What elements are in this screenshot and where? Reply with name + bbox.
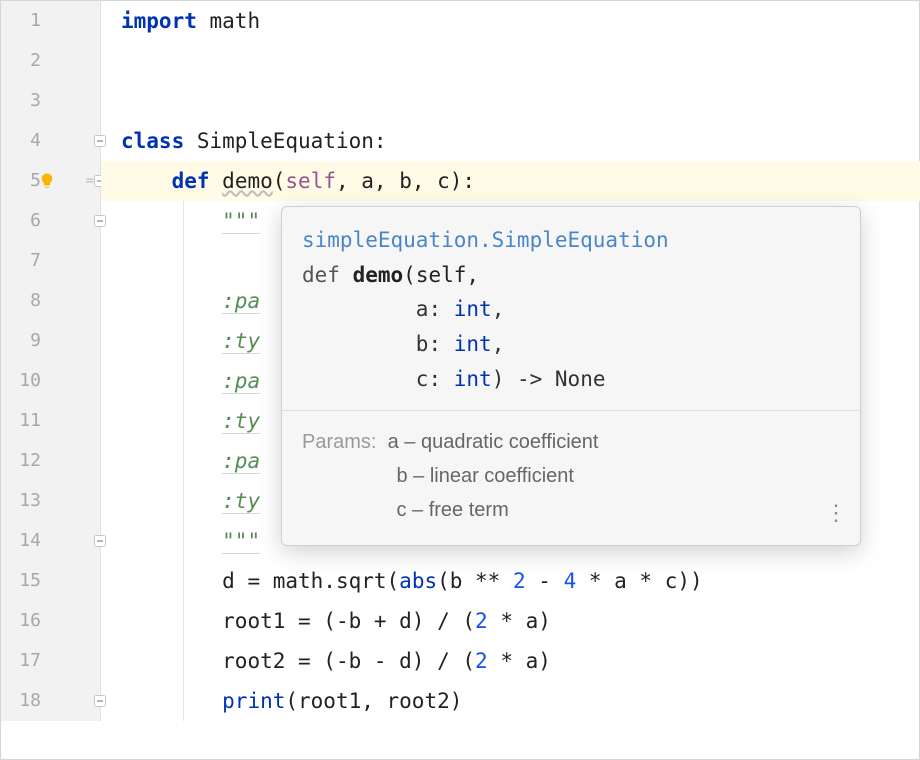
line-number: 2 <box>13 41 41 81</box>
module-math: math <box>210 9 261 33</box>
def-keyword: def <box>302 263 340 287</box>
code-line[interactable]: 5= def demo(self, a, b, c): <box>1 161 920 201</box>
gutter-line-18[interactable]: 18 <box>1 681 101 721</box>
line-number: 17 <box>13 641 41 681</box>
signature-block: simpleEquation.SimpleEquation def demo(s… <box>282 207 860 411</box>
builtin-print: print <box>222 689 285 713</box>
params-label: Params: <box>302 431 376 453</box>
docstring: :ty <box>222 409 260 434</box>
class-name: SimpleEquation <box>197 129 374 153</box>
return-type: ) -> None <box>492 367 606 391</box>
code-line[interactable]: 2 <box>1 41 920 81</box>
kw-class: class <box>121 129 184 153</box>
param-desc-c: c – free term <box>396 499 508 521</box>
code-cell-4[interactable]: class SimpleEquation: <box>101 121 920 161</box>
docstring: """ <box>222 529 260 554</box>
docstring: :ty <box>222 489 260 514</box>
type-int: int <box>454 332 492 356</box>
param-desc-b: b – linear coefficient <box>396 465 574 487</box>
line-number: 14 <box>13 521 41 561</box>
line-number: 6 <box>13 201 41 241</box>
line-number: 7 <box>13 241 41 281</box>
sig-open: (self, <box>403 263 479 287</box>
code-cell-18[interactable]: print(root1, root2) <box>101 681 920 721</box>
param-desc-a: a – quadratic coefficient <box>388 431 599 453</box>
self-param: self <box>285 169 336 193</box>
breakpoint-slot-icon[interactable]: = <box>86 161 94 201</box>
code-cell-15[interactable]: d = math.sqrt(abs(b ** 2 - 4 * a * c)) <box>101 561 920 601</box>
param-b: b <box>416 332 429 356</box>
line-number: 3 <box>13 81 41 121</box>
line-number: 12 <box>13 441 41 481</box>
code-cell-17[interactable]: root2 = (-b - d) / (2 * a) <box>101 641 920 681</box>
code-line[interactable]: 18 print(root1, root2) <box>1 681 920 721</box>
gutter-line-2[interactable]: 2 <box>1 41 101 81</box>
docstring: :ty <box>222 329 260 354</box>
line-number: 18 <box>13 681 41 721</box>
param-c: c <box>416 367 429 391</box>
qualified-name: simpleEquation.SimpleEquation <box>302 228 669 252</box>
fn-name[interactable]: demo <box>222 169 273 193</box>
docstring: :pa <box>222 369 260 394</box>
kw-import: import <box>121 9 197 33</box>
gutter-line-16[interactable]: 16 <box>1 601 101 641</box>
quick-doc-popup: simpleEquation.SimpleEquation def demo(s… <box>281 206 861 546</box>
code-cell-2[interactable] <box>101 41 920 81</box>
code-cell-16[interactable]: root1 = (-b + d) / (2 * a) <box>101 601 920 641</box>
gutter-line-9[interactable]: 9 <box>1 321 101 361</box>
line-number: 8 <box>13 281 41 321</box>
gutter-line-3[interactable]: 3 <box>1 81 101 121</box>
code-cell-3[interactable] <box>101 81 920 121</box>
function-name: demo <box>353 263 404 287</box>
param-a: a <box>416 297 429 321</box>
line-number: 15 <box>13 561 41 601</box>
code-cell-1[interactable]: import math <box>101 1 920 41</box>
gutter-line-5[interactable]: 5= <box>1 161 101 201</box>
docstring: """ <box>222 209 260 234</box>
line-number: 5 <box>13 161 41 201</box>
params-block: Params: a – quadratic coefficient b – li… <box>282 411 860 545</box>
code-line[interactable]: 4 class SimpleEquation: <box>1 121 920 161</box>
gutter-line-7[interactable]: 7 <box>1 241 101 281</box>
gutter-line-11[interactable]: 11 <box>1 401 101 441</box>
gutter-line-15[interactable]: 15 <box>1 561 101 601</box>
line-number: 4 <box>13 121 41 161</box>
type-int: int <box>454 297 492 321</box>
code-cell-5[interactable]: def demo(self, a, b, c): <box>101 161 920 201</box>
code-line[interactable]: 16 root1 = (-b + d) / (2 * a) <box>1 601 920 641</box>
docstring: :pa <box>222 449 260 474</box>
gutter-line-6[interactable]: 6 <box>1 201 101 241</box>
kebab-menu-icon[interactable]: ⋮ <box>825 494 846 531</box>
code-line[interactable]: 1 import math <box>1 1 920 41</box>
line-number: 13 <box>13 481 41 521</box>
type-int: int <box>454 367 492 391</box>
builtin-abs: abs <box>399 569 437 593</box>
kw-def: def <box>172 169 210 193</box>
code-line[interactable]: 3 <box>1 81 920 121</box>
docstring: :pa <box>222 289 260 314</box>
gutter-line-17[interactable]: 17 <box>1 641 101 681</box>
code-editor[interactable]: 1import math234class SimpleEquation:5= d… <box>0 0 920 760</box>
gutter-line-1[interactable]: 1 <box>1 1 101 41</box>
line-number: 11 <box>13 401 41 441</box>
gutter-line-14[interactable]: 14 <box>1 521 101 561</box>
code-line[interactable]: 17 root2 = (-b - d) / (2 * a) <box>1 641 920 681</box>
line-number: 9 <box>13 321 41 361</box>
gutter-line-8[interactable]: 8 <box>1 281 101 321</box>
gutter-line-12[interactable]: 12 <box>1 441 101 481</box>
gutter-line-13[interactable]: 13 <box>1 481 101 521</box>
gutter-line-4[interactable]: 4 <box>1 121 101 161</box>
code-line[interactable]: 15 d = math.sqrt(abs(b ** 2 - 4 * a * c)… <box>1 561 920 601</box>
line-number: 10 <box>13 361 41 401</box>
line-number: 1 <box>13 1 41 41</box>
line-number: 16 <box>13 601 41 641</box>
gutter-line-10[interactable]: 10 <box>1 361 101 401</box>
